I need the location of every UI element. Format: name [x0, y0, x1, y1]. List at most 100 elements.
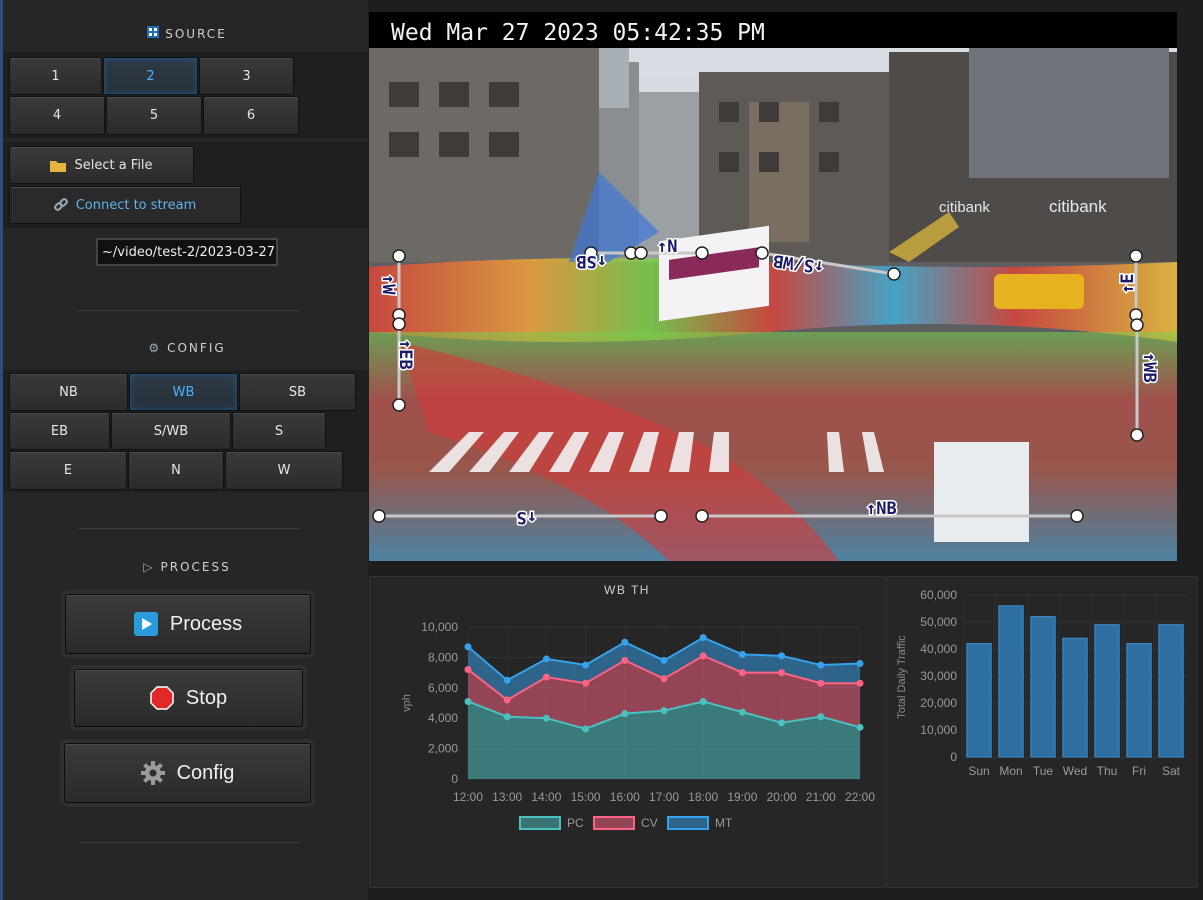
- config-button-s[interactable]: S: [232, 412, 326, 450]
- x-tick-label: Wed: [1063, 764, 1087, 778]
- play-icon: [133, 612, 158, 636]
- source-icon: [147, 26, 160, 41]
- zone-label: ↑EB: [395, 339, 415, 370]
- play-outline-icon: ▷: [143, 560, 155, 574]
- x-tick-label: 14:00: [531, 790, 561, 804]
- x-tick-label: Mon: [999, 764, 1022, 778]
- connect-stream-button[interactable]: Connect to stream: [9, 186, 241, 224]
- y-axis-label: Total Daily Traffic: [896, 635, 908, 719]
- point-mt: [503, 676, 511, 684]
- source-button-1[interactable]: 1: [9, 57, 102, 95]
- y-tick-label: 10,000: [920, 723, 957, 737]
- y-tick-label: 0: [451, 772, 458, 786]
- gear-icon: ⚙: [148, 341, 162, 355]
- divider: [78, 528, 300, 529]
- point-pc: [464, 697, 472, 705]
- zone-label: ↑S: [517, 507, 537, 527]
- wb-th-chart-panel: WB TH vph 0 2,000 4,000 6,000 8,000 10,000 12…: [369, 576, 885, 888]
- zone-label: ↑E: [1118, 274, 1138, 294]
- source-button-6[interactable]: 6: [203, 96, 299, 135]
- y-tick-label: 0: [950, 750, 957, 764]
- x-tick-label: 15:00: [571, 790, 601, 804]
- point-mt: [738, 650, 746, 658]
- y-tick-label: 20,000: [920, 696, 957, 710]
- point-cv: [699, 652, 707, 660]
- file-path-field[interactable]: ~/video/test-2/2023-03-27.m: [96, 238, 278, 266]
- bar-sun[interactable]: [966, 643, 992, 758]
- point-mt: [582, 661, 590, 669]
- point-pc: [699, 697, 707, 705]
- x-tick-label: Fri: [1132, 764, 1146, 778]
- process-button[interactable]: Process: [65, 594, 311, 654]
- control-sidebar: SOURCE 1 2 3 4 5 6 Select a File Connect…: [0, 0, 371, 900]
- bar-sat[interactable]: [1158, 624, 1184, 758]
- storefront-sign: citibank: [939, 199, 990, 216]
- x-tick-label: 21:00: [806, 790, 836, 804]
- point-pc: [778, 719, 786, 727]
- divider: [78, 310, 300, 311]
- point-pc: [738, 708, 746, 716]
- point-mt: [542, 655, 550, 663]
- x-tick-label: 22:00: [845, 790, 875, 804]
- point-pc: [582, 725, 590, 733]
- source-button-2[interactable]: 2: [103, 57, 198, 95]
- config-button[interactable]: Config: [64, 743, 311, 803]
- storefront-sign: citibank: [1049, 197, 1107, 216]
- point-pc: [856, 723, 864, 731]
- config-button-nb[interactable]: NB: [9, 373, 128, 411]
- config-button-n[interactable]: N: [128, 451, 224, 490]
- legend-swatch-mt[interactable]: [667, 816, 709, 830]
- legend-swatch-cv[interactable]: [593, 816, 635, 830]
- y-tick-label: 6,000: [428, 681, 458, 695]
- daily-traffic-chart: Total Daily Traffic 0 10,000 20,000 30,000 4…: [896, 588, 1187, 778]
- point-cv: [778, 669, 786, 677]
- x-tick-label: 12:00: [453, 790, 483, 804]
- config-button-e[interactable]: E: [9, 451, 127, 490]
- y-tick-label: 40,000: [920, 642, 957, 656]
- config-button-w[interactable]: W: [225, 451, 343, 490]
- point-cv: [464, 666, 472, 674]
- config-button-wb[interactable]: WB: [129, 373, 238, 411]
- bar-tue[interactable]: [1030, 616, 1056, 758]
- stop-icon: [150, 686, 174, 710]
- camera-feed[interactable]: citibank citibank ↑SB ↑N ↑S/WB ↑W ↑EB ↑E…: [369, 12, 1177, 561]
- x-tick-label: Sat: [1162, 764, 1181, 778]
- source-button-5[interactable]: 5: [106, 96, 202, 135]
- gear-icon: [140, 761, 165, 785]
- legend-swatch-pc[interactable]: [519, 816, 561, 830]
- legend-label-mt[interactable]: MT: [715, 816, 733, 830]
- point-cv: [660, 675, 668, 683]
- point-cv: [503, 696, 511, 704]
- point-cv: [582, 679, 590, 687]
- bar-fri[interactable]: [1126, 643, 1152, 758]
- legend-label-cv[interactable]: CV: [641, 816, 658, 830]
- x-tick-label: 19:00: [727, 790, 757, 804]
- point-mt: [817, 661, 825, 669]
- bar-wed[interactable]: [1062, 637, 1088, 758]
- bar-thu[interactable]: [1094, 624, 1120, 758]
- source-heading: SOURCE: [3, 26, 371, 41]
- y-tick-label: 10,000: [421, 620, 458, 634]
- y-tick-label: 8,000: [428, 650, 458, 664]
- config-button-swb[interactable]: S/WB: [111, 412, 231, 450]
- chart-title: WB TH: [604, 583, 650, 597]
- point-pc: [817, 713, 825, 721]
- point-cv: [856, 679, 864, 687]
- zone-label: ↑W: [378, 274, 398, 295]
- point-mt: [778, 652, 786, 660]
- config-button-sb[interactable]: SB: [239, 373, 356, 411]
- point-cv: [621, 656, 629, 664]
- point-pc: [503, 713, 511, 721]
- zone-label: ↑N: [657, 237, 677, 257]
- config-button-eb[interactable]: EB: [9, 412, 110, 450]
- source-button-3[interactable]: 3: [199, 57, 294, 95]
- point-mt: [464, 643, 472, 651]
- select-file-button[interactable]: Select a File: [9, 146, 194, 184]
- point-mt: [660, 656, 668, 664]
- stop-button[interactable]: Stop: [74, 669, 303, 727]
- legend-label-pc[interactable]: PC: [567, 816, 584, 830]
- y-axis-label: vph: [401, 694, 413, 712]
- point-mt: [856, 659, 864, 667]
- source-button-4[interactable]: 4: [9, 96, 105, 135]
- bar-mon[interactable]: [998, 605, 1024, 758]
